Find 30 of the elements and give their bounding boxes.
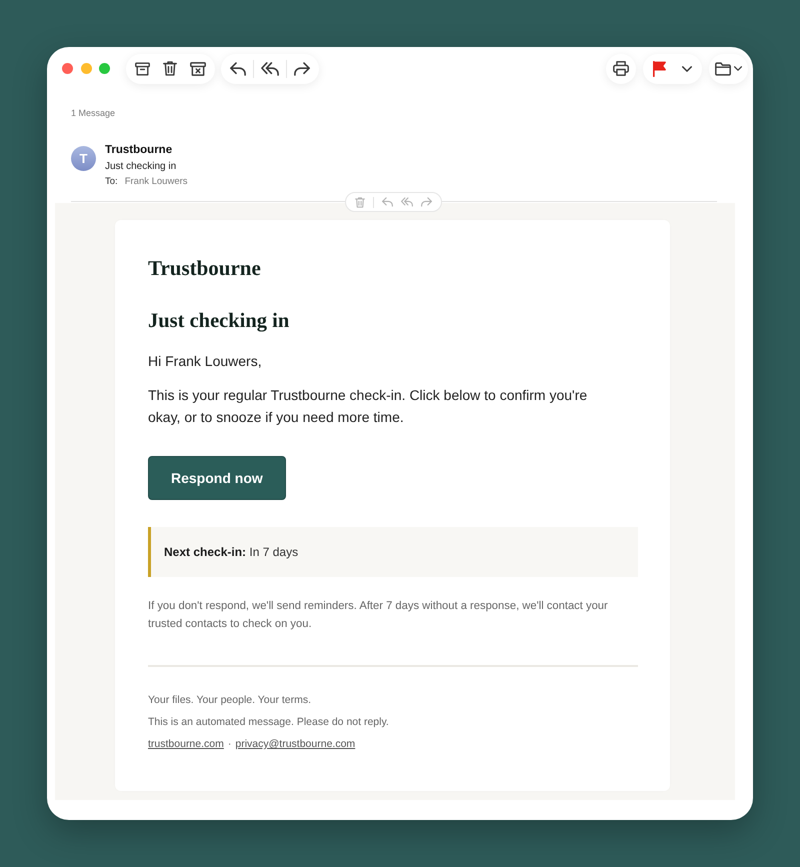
close-button[interactable]	[62, 63, 73, 74]
trash-icon[interactable]	[163, 61, 177, 76]
forward-icon[interactable]	[294, 62, 310, 76]
folder-icon[interactable]	[715, 62, 731, 76]
reminder-notice: If you don't respond, we'll send reminders. After 7 days without a response, we'll contact your trusted contacts to check on you.	[148, 599, 609, 632]
sender-avatar: T	[71, 146, 96, 171]
chevron-down-icon[interactable]	[682, 66, 692, 72]
disclaimer-text: This is an automated message. Please do not reply.	[148, 715, 389, 730]
x-box-icon[interactable]	[190, 62, 206, 76]
greeting-text: Hi Frank Louwers,	[148, 352, 262, 371]
email-heading: Just checking in	[148, 309, 290, 333]
brand-logo-text: Trustbourne	[148, 256, 261, 280]
respond-button[interactable]: Respond now	[148, 456, 286, 500]
sender-name: Trustbourne	[105, 143, 172, 157]
next-check-in-text: Next check-in: In 7 days	[164, 545, 298, 559]
reply-all-icon[interactable]	[261, 62, 279, 76]
website-link[interactable]: trustbourne.com	[148, 736, 224, 752]
message-count: 1 Message	[71, 108, 116, 119]
reply-icon[interactable]	[230, 62, 246, 76]
archive-icon[interactable]	[135, 62, 150, 76]
flag-icon[interactable]	[653, 60, 666, 76]
chevron-down-icon[interactable]	[734, 66, 742, 71]
intro-paragraph: This is your regular Trustbourne check-in. Click below to confirm you're okay, or to snooze if you need more time.	[148, 386, 588, 427]
printer-icon[interactable]	[613, 61, 629, 76]
recipient-name[interactable]: Frank Louwers	[124, 175, 188, 189]
link-separator: ·	[226, 737, 232, 752]
tagline-text: Your files. Your people. Your terms.	[148, 693, 312, 708]
email-link[interactable]: privacy@trustbourne.com	[235, 736, 356, 752]
to-label: To:	[105, 175, 118, 189]
message-subject: Just checking in	[105, 160, 176, 174]
